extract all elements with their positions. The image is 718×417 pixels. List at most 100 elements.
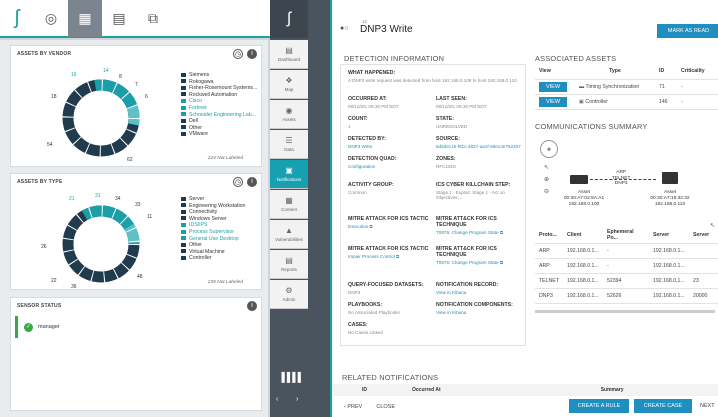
nav-map[interactable]: ❖ Map [270,70,308,99]
legend-item[interactable]: Virtual Machine [181,249,261,256]
grid-icon[interactable]: ▦ [68,0,102,37]
col-server[interactable]: Server [649,228,689,244]
legend-item[interactable]: Rockwell Automation [181,92,261,99]
field-link[interactable]: View in Kibana [436,290,498,295]
legend-item[interactable]: Cisco [181,98,261,105]
col-view[interactable]: View [535,64,575,80]
fingerprint-icon[interactable]: ◎ [34,0,68,37]
legend-item[interactable]: Connectivity [181,209,261,216]
field-link[interactable]: T0875: Change Program State ⧉ [436,260,524,265]
barcode-icon[interactable]: ▐▐▐▐ [276,372,302,384]
table-row[interactable]: ARP 192.168.0.1... -192.168.0.1... [535,243,718,259]
col-related-summary[interactable]: Summary [601,387,624,393]
field-link[interactable]: Impair Process Control ⧉ [348,254,433,259]
collapse-right-icon[interactable]: › [296,396,298,403]
nav-data[interactable]: ☰ Data [270,130,308,159]
clock-icon[interactable]: ◷ [233,49,243,59]
nav-dashboard[interactable]: ▤ Dashboard [270,40,308,69]
field-link[interactable]: Configuration [348,164,396,169]
legend-item[interactable]: VMware [181,131,261,138]
asset-a-node[interactable] [570,175,588,184]
col-id[interactable]: ID [655,64,677,80]
field-link[interactable]: Execution ⧉ [348,224,433,229]
legend-item[interactable]: Windows Server [181,216,261,223]
ring-label: 33 [135,202,141,208]
legend-item[interactable]: Controller [181,255,261,262]
zoom-out-icon[interactable]: ⊖ [544,188,549,195]
table-row[interactable]: TELNET 192.168.0.1... 52394 192.168.0.1... 2… [535,273,718,289]
view-asset-button[interactable]: VIEW [539,96,567,107]
document-icon[interactable]: ▤ [102,0,136,37]
warning-icon: ▲ [285,226,293,235]
nav-admin[interactable]: ⚙ Admin [270,280,308,309]
nav-notifications[interactable]: ▣ Notifications [270,160,308,189]
dashboard-toolbar: ʃ ◎ ▦ ▤ ⧉ [0,0,270,38]
nav-reports[interactable]: ▤ Reports [270,250,308,279]
col-related-id[interactable]: ID [362,387,367,393]
view-asset-button[interactable]: VIEW [539,81,567,92]
asset-b-node[interactable] [662,172,678,184]
col-server-port[interactable]: Server [689,228,718,244]
pointer-icon[interactable]: ↖ [544,164,549,171]
field-link[interactable]: 6d5dec15-f91c-4827-aa1f-59e14e752407 [436,144,524,149]
nav-assets[interactable]: ◉ Assets [270,100,308,129]
legend-item[interactable]: Server [181,196,261,203]
legend-item[interactable]: IDS/IPS [181,222,261,229]
nav-label: Map [284,87,294,92]
legend-item[interactable]: Fortinet [181,105,261,112]
info-icon[interactable]: i [247,301,257,311]
copy-icon[interactable]: ⧉ [136,0,170,37]
col-related-occurred[interactable]: Occurred At [412,387,441,393]
app-logo[interactable]: ʃ [0,0,34,37]
col-ephemeral[interactable]: Ephemeral Po... [603,228,649,244]
ring-label: 11 [147,214,153,220]
create-rule-button[interactable]: CREATE A RULE [569,399,629,413]
prev-button[interactable]: ‹ PREV [344,404,362,410]
info-icon[interactable]: i [247,49,257,59]
legend-item[interactable]: Other [181,125,261,132]
legend-item[interactable]: Schneider Engineering Lab... [181,112,261,119]
table-row: VIEW ▣ Controller 146 - [535,94,718,110]
zoom-in-icon[interactable]: ⊕ [544,176,549,183]
legend-item[interactable]: Engineering Workstation [181,203,261,210]
col-criticality[interactable]: Criticality [677,64,718,80]
legend-item[interactable]: Fisher-Rosemount Systems... [181,85,261,92]
horizontal-scrollbar[interactable] [535,310,715,313]
cases-field: CASES: No Cases Linked [348,322,383,335]
legend-item[interactable]: Dell [181,118,261,125]
col-type[interactable]: Type [575,64,655,80]
col-client[interactable]: Client [563,228,603,244]
last-seen-field: LAST SEEN: 09/12/20, 09:39 PM EDT [436,96,487,109]
table-row[interactable]: ARP 192.168.0.1... -192.168.0.1... [535,258,718,274]
field-link[interactable]: View in Kibana [436,310,513,315]
field-value: A DNP3 write request was detected from h… [348,78,517,83]
close-button[interactable]: CLOSE [376,404,395,410]
field-label: ACTIVITY GROUP: [348,182,394,188]
legend-item[interactable]: General Use Desktop [181,236,261,243]
toggle-icon[interactable]: ●○ [340,25,348,32]
sensor-row[interactable]: ✓ manager [15,316,257,338]
nav-label: Notifications [276,177,302,182]
mark-as-read-button[interactable]: MARK AS READ [657,24,718,38]
nav-label: Vulnerabilities [275,237,303,242]
collapse-left-icon[interactable]: ‹ [276,396,278,403]
table-row[interactable]: DNP3 192.168.0.1... 52626 192.168.0.1... 200… [535,288,718,304]
legend-item[interactable]: Rokogawa [181,79,261,86]
count-field: COUNT: 1 [348,116,368,129]
field-link[interactable]: DNP3 Write [348,144,386,149]
create-case-button[interactable]: CREATE CASE [634,399,692,413]
nav-content[interactable]: ▦ Content [270,190,308,219]
legend-item[interactable]: Process Supervisor [181,229,261,236]
next-button[interactable]: NEXT [700,403,715,409]
cell: 20000 [689,288,718,304]
asset-criticality: - [677,94,718,110]
legend-item[interactable]: Siemens [181,72,261,79]
legend-item[interactable]: Other [181,242,261,249]
col-protocol[interactable]: Proto... [535,228,563,244]
nav-vulnerabilities[interactable]: ▲ Vulnerabilities [270,220,308,249]
field-link[interactable]: T0875: Change Program State ⧉ [436,230,524,235]
info-icon[interactable]: i [247,177,257,187]
app-logo[interactable]: ʃ [270,0,308,38]
graph-nav-control[interactable]: ✥ [540,140,558,158]
clock-icon[interactable]: ◷ [233,177,243,187]
